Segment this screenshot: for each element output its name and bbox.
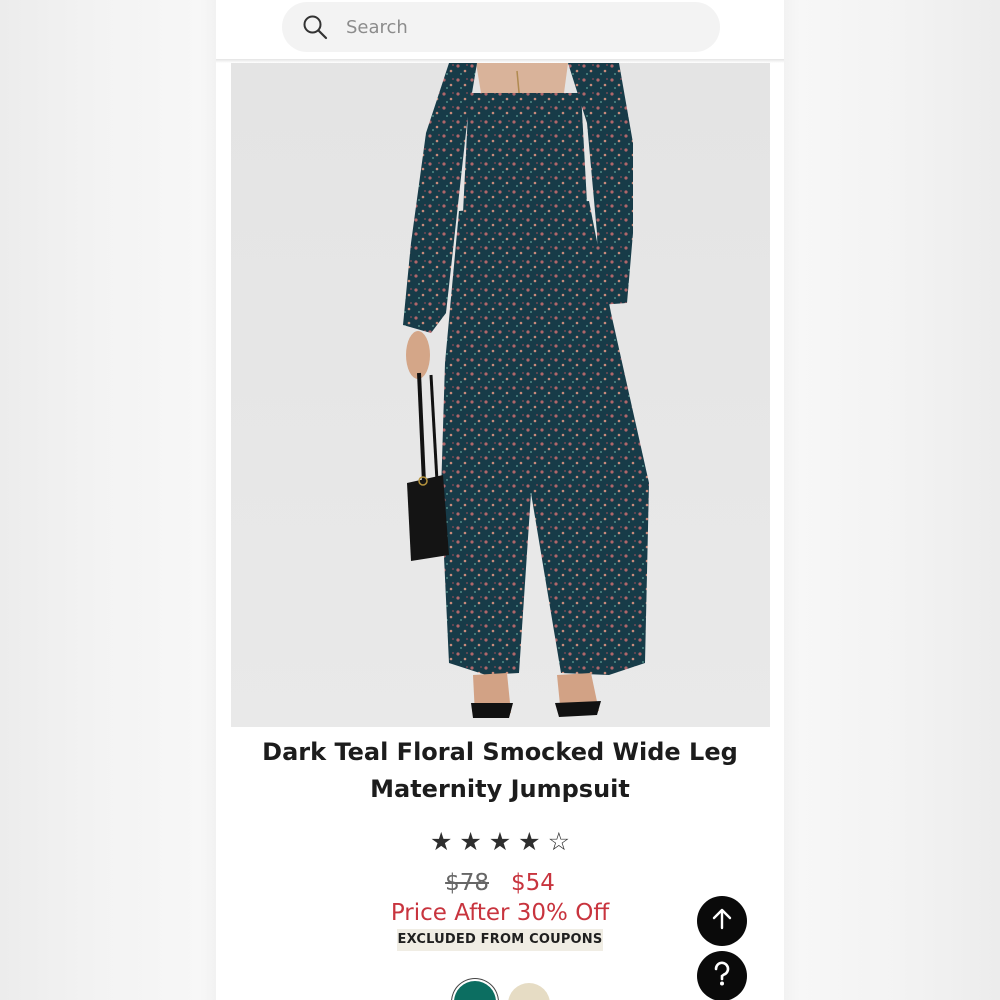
question-icon bbox=[710, 960, 734, 992]
search-input[interactable] bbox=[346, 14, 686, 40]
search-icon[interactable] bbox=[302, 14, 328, 40]
star-filled-icon: ★ bbox=[459, 826, 482, 856]
help-button[interactable] bbox=[697, 951, 747, 1000]
star-filled-icon: ★ bbox=[488, 826, 512, 856]
product-title: Dark Teal Floral Smocked Wide Leg Matern… bbox=[262, 738, 738, 803]
coupon-exclusion-badge: EXCLUDED FROM COUPONS bbox=[397, 929, 603, 951]
color-swatch-dark-teal[interactable] bbox=[454, 981, 496, 1000]
product-page: Dark Teal Floral Smocked Wide Leg Matern… bbox=[216, 0, 784, 1000]
back-to-top-button[interactable] bbox=[697, 896, 747, 946]
arrow-up-icon bbox=[710, 907, 734, 935]
sale-price: $54 bbox=[511, 870, 555, 896]
original-price: $78 bbox=[445, 870, 489, 896]
star-rating[interactable]: ★ ★ ★ ★ ☆ bbox=[430, 823, 570, 859]
price-row: $78 $54 bbox=[216, 866, 784, 900]
color-swatch-cream[interactable] bbox=[508, 983, 550, 1000]
star-filled-icon: ★ bbox=[518, 826, 541, 856]
star-filled-icon: ★ bbox=[430, 826, 453, 856]
star-empty-icon: ☆ bbox=[547, 826, 570, 856]
search-bar[interactable] bbox=[282, 2, 720, 52]
product-image[interactable] bbox=[231, 63, 770, 727]
